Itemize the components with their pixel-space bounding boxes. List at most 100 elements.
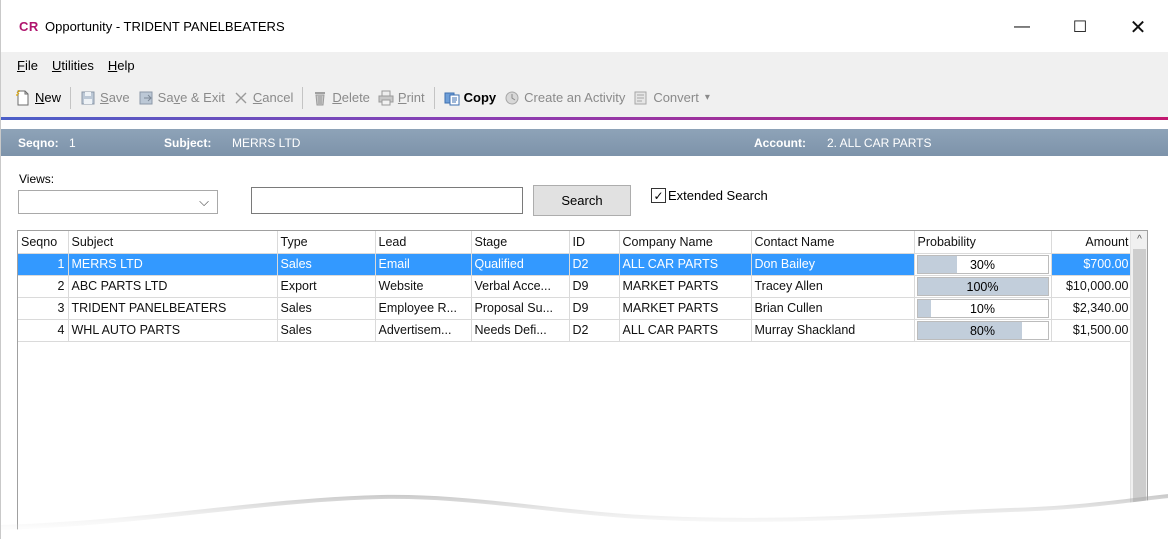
empty-cell: [471, 385, 569, 407]
empty-cell: [569, 473, 619, 495]
empty-cell: [751, 451, 914, 473]
maximize-button[interactable]: ☐: [1057, 10, 1103, 44]
copy-button[interactable]: Copy: [440, 86, 501, 110]
column-header-amount[interactable]: Amount: [1051, 231, 1133, 254]
empty-cell: [18, 407, 68, 429]
cell-company-name: MARKET PARTS: [619, 275, 752, 298]
empty-cell: [1051, 341, 1133, 363]
empty-cell: [569, 495, 619, 517]
empty-cell: [569, 407, 619, 429]
views-dropdown[interactable]: ⌵: [18, 190, 218, 214]
extended-search-checkbox[interactable]: ✓: [651, 188, 666, 203]
cell-probability: 30%: [914, 253, 1052, 276]
empty-cell: [375, 363, 471, 385]
title-bar: CR Opportunity - TRIDENT PANELBEATERS — …: [1, 0, 1168, 52]
empty-cell: [619, 341, 751, 363]
delete-button[interactable]: Delete: [308, 86, 374, 110]
column-header-seqno[interactable]: Seqno: [18, 231, 69, 254]
account-value: 2. ALL CAR PARTS: [827, 136, 932, 150]
convert-icon: [633, 90, 649, 106]
empty-cell: [914, 451, 1051, 473]
empty-cell: [375, 517, 471, 538]
extended-search-toggle[interactable]: ✓ Extended Search: [651, 188, 768, 203]
print-button[interactable]: Print: [374, 86, 429, 110]
table-row[interactable]: 1 MERRS LTD Sales Email Qualified D2 ALL CAR P…: [18, 253, 1133, 276]
probability-bar: 100%: [916, 276, 1049, 296]
cell-subject: ABC PARTS LTD: [68, 275, 278, 298]
cell-lead: Website: [375, 275, 472, 298]
empty-cell: [914, 385, 1051, 407]
new-document-icon: [15, 89, 31, 106]
cancel-button[interactable]: Cancel: [229, 86, 297, 110]
column-header-lead[interactable]: Lead: [375, 231, 472, 254]
cell-stage: Verbal Acce...: [471, 275, 570, 298]
empty-cell: [1051, 429, 1133, 451]
empty-cell: [68, 385, 277, 407]
column-header-probability[interactable]: Probability: [914, 231, 1052, 254]
empty-cell: [471, 495, 569, 517]
cell-amount: $10,000.00: [1051, 275, 1133, 298]
column-header-stage[interactable]: Stage: [471, 231, 570, 254]
menu-file[interactable]: File: [17, 58, 38, 73]
save-exit-button[interactable]: Save & Exit: [134, 86, 229, 110]
toolbar-separator: [433, 86, 435, 109]
minimize-button[interactable]: —: [999, 10, 1045, 44]
scroll-thumb[interactable]: [1133, 249, 1146, 538]
cell-contact-name: Don Bailey: [751, 253, 915, 276]
menu-utilities[interactable]: Utilities: [52, 58, 94, 73]
empty-row: [18, 429, 1133, 451]
cell-id: D2: [569, 253, 620, 276]
table-row[interactable]: 3 TRIDENT PANELBEATERS Sales Employee R... P…: [18, 297, 1133, 320]
table-row[interactable]: 4 WHL AUTO PARTS Sales Advertisem... Needs D…: [18, 319, 1133, 342]
empty-cell: [569, 517, 619, 538]
cell-company-name: MARKET PARTS: [619, 297, 752, 320]
empty-cell: [277, 495, 375, 517]
column-header-contact-name[interactable]: Contact Name: [751, 231, 915, 254]
column-header-type[interactable]: Type: [277, 231, 376, 254]
cell-type: Sales: [277, 253, 376, 276]
cell-amount: $1,500.00: [1051, 319, 1133, 342]
column-header-subject[interactable]: Subject: [68, 231, 278, 254]
column-header-company-name[interactable]: Company Name: [619, 231, 752, 254]
table-row[interactable]: 2 ABC PARTS LTD Export Website Verbal Acce..…: [18, 275, 1133, 298]
empty-cell: [18, 495, 68, 517]
search-input[interactable]: [251, 187, 523, 214]
empty-cell: [914, 407, 1051, 429]
empty-row: [18, 363, 1133, 385]
convert-dropdown-icon[interactable]: ▾: [705, 92, 710, 103]
save-exit-icon: [138, 90, 154, 106]
empty-cell: [1051, 363, 1133, 385]
new-button[interactable]: New: [11, 86, 65, 110]
empty-cell: [569, 341, 619, 363]
save-button[interactable]: Save: [76, 86, 134, 110]
empty-cell: [68, 341, 277, 363]
activity-icon: [504, 90, 520, 106]
cell-subject: TRIDENT PANELBEATERS: [68, 297, 278, 320]
vertical-scrollbar[interactable]: ^: [1130, 231, 1147, 538]
subject-label: Subject:: [164, 136, 212, 150]
empty-row: [18, 385, 1133, 407]
scroll-up-icon[interactable]: ^: [1131, 231, 1147, 248]
create-activity-button[interactable]: Create an Activity: [500, 86, 629, 110]
close-button[interactable]: ✕: [1115, 10, 1161, 44]
search-button[interactable]: Search: [533, 185, 631, 216]
empty-cell: [375, 341, 471, 363]
window-title: Opportunity - TRIDENT PANELBEATERS: [45, 19, 285, 34]
probability-bar: 80%: [916, 320, 1049, 340]
empty-cell: [277, 363, 375, 385]
column-header-id[interactable]: ID: [569, 231, 620, 254]
empty-cell: [18, 517, 68, 538]
empty-cell: [619, 363, 751, 385]
empty-cell: [68, 473, 277, 495]
probability-value: 80%: [969, 323, 996, 338]
empty-cell: [277, 473, 375, 495]
maximize-icon: ☐: [1072, 19, 1088, 36]
empty-row: [18, 495, 1133, 517]
empty-cell: [471, 517, 569, 538]
empty-cell: [619, 517, 751, 538]
cell-seqno: 2: [18, 275, 69, 298]
empty-cell: [751, 429, 914, 451]
convert-button[interactable]: Convert ▾: [629, 86, 714, 110]
copy-icon: [444, 90, 460, 106]
menu-help[interactable]: Help: [108, 58, 135, 73]
